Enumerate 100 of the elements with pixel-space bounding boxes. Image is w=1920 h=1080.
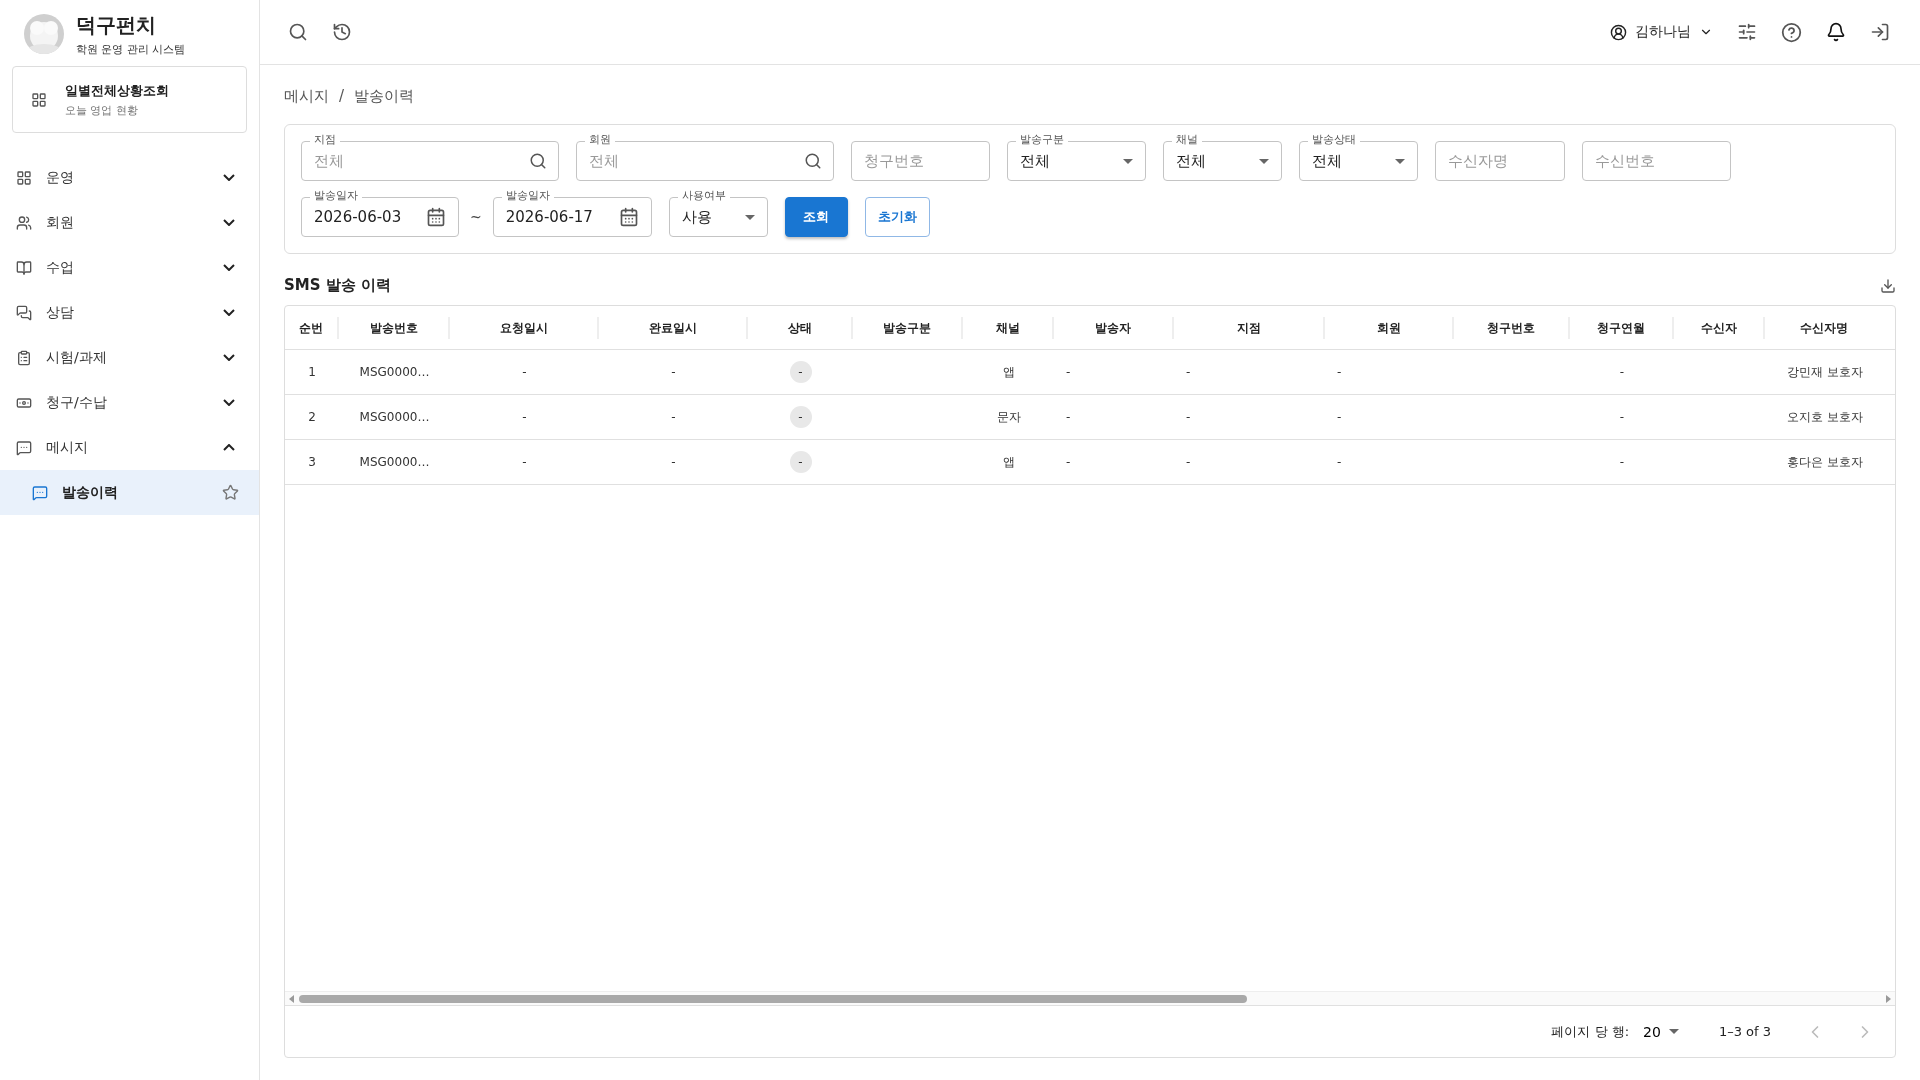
notification-button[interactable]	[1826, 22, 1846, 42]
star-icon[interactable]	[222, 484, 239, 501]
sidebar-item[interactable]: 상담	[0, 290, 259, 335]
field-label: 발송구분	[1016, 133, 1068, 147]
app-title: 덕구펀치	[76, 11, 157, 39]
range-separator: ~	[470, 209, 482, 225]
sidebar-item[interactable]: 시험/과제	[0, 335, 259, 380]
sidebar-item[interactable]: 메시지	[0, 425, 259, 470]
table-cell: 문자	[996, 408, 1021, 426]
search-icon	[288, 22, 308, 42]
sidebar-item[interactable]: 청구/수납	[0, 380, 259, 425]
table-cell: -	[1337, 410, 1342, 424]
sidebar-subitem[interactable]: 발송이력	[0, 470, 259, 515]
table-cell: -	[671, 410, 676, 424]
table-cell: -	[671, 365, 676, 379]
table-cell: 강민재 보호자	[1787, 363, 1863, 381]
clipboard-icon	[16, 349, 32, 366]
reset-button[interactable]: 초기화	[864, 197, 930, 237]
column-header[interactable]: 지점	[1174, 316, 1325, 339]
table-cell: -	[522, 365, 527, 379]
table-cell: -	[1066, 455, 1071, 469]
settings-button[interactable]	[1737, 22, 1757, 42]
rows-per-page-select[interactable]: 20	[1643, 1023, 1679, 1040]
download-button[interactable]	[1880, 277, 1896, 294]
card-title: 일별전체상황조회	[65, 81, 169, 100]
text-field[interactable]: 수신번호	[1582, 141, 1731, 181]
scroll-right-icon[interactable]	[1885, 994, 1891, 1003]
table-cell: -	[1619, 365, 1625, 379]
column-header[interactable]: 수신자	[1674, 316, 1765, 339]
column-header[interactable]: 발송구분	[853, 316, 963, 339]
table-cell: -	[1186, 365, 1191, 379]
table-cell: 1	[308, 365, 316, 379]
dropdown-caret-icon	[1668, 1029, 1679, 1034]
grid-icon	[16, 169, 32, 186]
scroll-left-icon[interactable]	[289, 994, 295, 1003]
download-icon	[1880, 277, 1896, 294]
column-header[interactable]: 수신자명	[1765, 316, 1885, 339]
field-label: 채널	[1172, 133, 1202, 147]
door-arrow-icon	[1870, 22, 1890, 42]
column-header[interactable]: 발송번호	[339, 316, 450, 339]
table-cell: -	[1619, 410, 1625, 424]
table-cell: -	[671, 455, 676, 469]
table-cell: 오지호 보호자	[1787, 408, 1863, 426]
table-cell: -	[522, 410, 527, 424]
text-field[interactable]: 청구번호	[851, 141, 990, 181]
chat-icon	[16, 304, 32, 321]
table-cell: -	[1337, 455, 1342, 469]
breadcrumb-separator: /	[339, 87, 345, 106]
history-button[interactable]	[332, 22, 352, 42]
table-cell: -	[1619, 455, 1625, 469]
breadcrumb-item[interactable]: 메시지	[284, 87, 329, 106]
card-subtitle: 오늘 영업 현황	[65, 102, 139, 118]
dropdown-caret-icon	[1395, 158, 1405, 164]
user-menu-button[interactable]: 김하나님	[1610, 23, 1713, 41]
table-cell: -	[1186, 455, 1191, 469]
rows-per-page-label: 페이지 당 행:	[1551, 1022, 1630, 1041]
table-cell: 앱	[1002, 363, 1015, 381]
calendar-icon	[426, 207, 446, 227]
table-cell: 2	[308, 410, 316, 424]
bell-icon	[1826, 22, 1846, 42]
status-chip: -	[789, 406, 812, 428]
field-label: 발송일자	[310, 189, 362, 203]
help-icon	[1781, 21, 1802, 43]
breadcrumb-item: 발송이력	[354, 87, 415, 106]
search-icon	[529, 152, 547, 170]
status-chip: -	[789, 361, 812, 383]
field-label: 발송일자	[501, 189, 554, 203]
column-header[interactable]: 요청일시	[450, 316, 599, 339]
column-header[interactable]: 완료일시	[599, 316, 748, 339]
column-header[interactable]: 발송자	[1054, 316, 1174, 339]
column-header[interactable]: 상태	[748, 316, 853, 339]
dropdown-caret-icon	[744, 214, 755, 220]
field-label: 발송상태	[1308, 133, 1360, 147]
table-cell: -	[1066, 365, 1071, 379]
search-button[interactable]	[288, 22, 308, 42]
sidebar-item[interactable]: 수업	[0, 245, 259, 290]
message-icon	[32, 484, 48, 501]
table-cell: 3	[308, 455, 316, 469]
sidebar-item[interactable]: 운영	[0, 155, 259, 200]
text-field[interactable]: 수신자명	[1435, 141, 1565, 181]
sidebar-item[interactable]: 회원	[0, 200, 259, 245]
field-label: 지점	[310, 133, 340, 147]
column-header[interactable]: 회원	[1325, 316, 1454, 339]
dropdown-caret-icon	[1259, 158, 1269, 164]
table-cell: -	[1066, 410, 1071, 424]
column-header[interactable]: 순번	[285, 316, 339, 339]
page-range: 1–3 of 3	[1718, 1024, 1771, 1039]
column-header[interactable]: 청구연월	[1570, 316, 1674, 339]
help-button[interactable]	[1781, 21, 1802, 43]
table-cell: 앱	[1002, 453, 1015, 471]
field-label: 사용여부	[677, 189, 730, 203]
horizontal-scrollbar[interactable]	[285, 991, 1895, 1005]
user-icon	[1610, 23, 1627, 41]
history-icon	[332, 22, 352, 42]
column-header[interactable]: 채널	[963, 316, 1054, 339]
dashboard-card[interactable]: 일별전체상황조회 오늘 영업 현황	[12, 66, 247, 133]
logout-button[interactable]	[1870, 22, 1890, 42]
column-header[interactable]: 청구번호	[1454, 316, 1570, 339]
search-button[interactable]: 조회	[784, 197, 848, 237]
field-label: 회원	[585, 133, 615, 147]
